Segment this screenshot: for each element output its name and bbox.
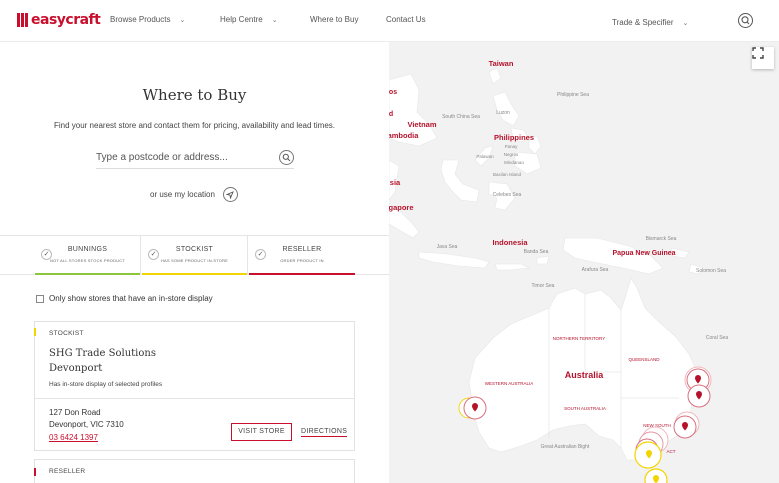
nav-label: Contact Us xyxy=(386,15,426,24)
legend-title: RESELLER xyxy=(282,246,322,253)
legend-bunnings[interactable]: ✓ BUNNINGS NOT ALL STORES STOCK PRODUCT xyxy=(35,236,141,275)
in-store-display-filter[interactable]: Only show stores that have an in-store d… xyxy=(36,294,213,303)
legend-reseller[interactable]: ✓ RESELLER ORDER PRODUCT IN xyxy=(249,236,355,275)
map-label: Panay xyxy=(505,144,519,149)
store-type: RESELLER xyxy=(49,468,86,475)
postcode-search xyxy=(96,147,294,169)
map-label: ambodia xyxy=(389,131,419,140)
map-label: Australia xyxy=(565,370,605,380)
page-title: Where to Buy xyxy=(142,86,247,104)
chevron-down-icon: ⌄ xyxy=(271,16,278,24)
nav-contact-us[interactable]: Contact Us xyxy=(386,15,426,24)
map-label: Negros xyxy=(504,152,519,157)
map-label: Papua New Guinea xyxy=(612,250,675,257)
map-label: Indonesia xyxy=(492,238,528,247)
map-canvas: Taiwan Philippine Sea os d Vietnam South… xyxy=(389,42,779,483)
fullscreen-icon[interactable] xyxy=(752,47,774,69)
divider xyxy=(35,398,354,399)
store-note: Has in-store display of selected profile… xyxy=(49,381,163,388)
chevron-down-icon: ⌄ xyxy=(179,16,186,24)
legend-subtitle: NOT ALL STORES STOCK PRODUCT xyxy=(49,258,126,263)
legend-color-bar xyxy=(35,273,140,275)
nav-label: Where to Buy xyxy=(310,15,359,24)
map-label: QUEENSLAND xyxy=(628,357,660,362)
map-label: Vietnam xyxy=(407,120,436,129)
nav-help-centre[interactable]: Help Centre ⌄ xyxy=(220,15,278,24)
map-label: Bismarck Sea xyxy=(646,236,677,242)
map-label: gapore xyxy=(389,203,414,212)
search-icon[interactable] xyxy=(738,13,753,28)
legend-color-bar xyxy=(142,273,247,275)
map-label: Celebes Sea xyxy=(493,192,522,198)
map-label: Palawan xyxy=(476,154,494,159)
chevron-down-icon: ⌄ xyxy=(682,19,689,27)
nav-label: Help Centre xyxy=(220,15,263,24)
nav-browse-products[interactable]: Browse Products ⌄ xyxy=(110,15,185,24)
map-label: SOUTH AUSTRALIA xyxy=(564,406,606,411)
map-label: Coral Sea xyxy=(706,335,728,341)
nav-trade-specifier[interactable]: Trade & Specifier ⌄ xyxy=(612,18,688,27)
nav-label: Trade & Specifier xyxy=(612,18,674,27)
logo-icon xyxy=(17,13,28,27)
store-locator-panel: Where to Buy Find your nearest store and… xyxy=(0,42,389,483)
map-label: Luzon xyxy=(496,110,510,116)
legend-title: STOCKIST xyxy=(175,246,214,253)
map-label: Philippine Sea xyxy=(557,92,589,98)
site-header: easycraft Browse Products ⌄ Help Centre ⌄ … xyxy=(0,0,779,42)
nav-where-to-buy[interactable]: Where to Buy xyxy=(310,15,358,24)
store-card[interactable]: RESELLER xyxy=(34,459,355,483)
filter-label: Only show stores that have an in-store d… xyxy=(49,294,213,303)
legend-stockist[interactable]: ✓ STOCKIST HAS SOME PRODUCT IN-STORE xyxy=(142,236,248,275)
location-arrow-icon[interactable] xyxy=(222,187,238,202)
search-icon[interactable] xyxy=(279,150,294,165)
map-label: Philippines xyxy=(494,133,534,142)
legend-subtitle: ORDER PRODUCT IN xyxy=(280,258,324,263)
use-my-location[interactable]: or use my location xyxy=(150,187,238,202)
map-label: Basilan Island xyxy=(493,172,522,177)
store-phone-link[interactable]: 03 6424 1397 xyxy=(49,433,98,442)
store-type: STOCKIST xyxy=(49,330,84,337)
map-label: Taiwan xyxy=(489,59,514,68)
map-label: Great Australian Bight xyxy=(541,444,590,450)
map-label: Solomon Sea xyxy=(696,268,726,274)
map-label: d xyxy=(389,111,393,118)
map-label: Arafura Sea xyxy=(582,267,609,273)
brand-name: easycraft xyxy=(31,12,101,28)
store-map[interactable]: Taiwan Philippine Sea os d Vietnam South… xyxy=(389,42,779,483)
legend-title: BUNNINGS xyxy=(67,246,108,253)
store-type-accent xyxy=(34,328,36,336)
map-label: Java Sea xyxy=(437,244,458,250)
legend-subtitle: HAS SOME PRODUCT IN-STORE xyxy=(160,258,229,263)
legend-color-bar xyxy=(249,273,355,275)
use-location-label: or use my location xyxy=(150,190,215,199)
map-label: NORTHERN TERRITORY xyxy=(553,336,605,341)
store-location: Devonport xyxy=(49,363,103,374)
directions-link[interactable]: DIRECTIONS xyxy=(301,428,348,437)
map-label: sia xyxy=(390,178,401,187)
store-address-line2: Devonport, VIC 7310 xyxy=(49,420,124,429)
map-label: Timor Sea xyxy=(532,283,555,289)
page-subtitle: Find your nearest store and contact them… xyxy=(53,121,336,130)
store-type-legend: ✓ BUNNINGS NOT ALL STORES STOCK PRODUCT … xyxy=(0,235,389,275)
brand-logo[interactable]: easycraft xyxy=(17,12,101,28)
map-label: ACT xyxy=(667,449,676,454)
map-label: os xyxy=(389,89,397,96)
map-label: South China Sea xyxy=(442,114,480,120)
map-label: Mindanao xyxy=(504,160,524,165)
map-label: Banda Sea xyxy=(524,249,549,255)
store-card[interactable]: STOCKIST SHG Trade Solutions Devonport H… xyxy=(34,321,355,451)
visit-store-button[interactable]: VISIT STORE xyxy=(231,423,292,441)
store-address-line1: 127 Don Road xyxy=(49,408,101,417)
filter-checkbox[interactable] xyxy=(36,294,44,303)
map-label: WESTERN AUSTRALIA xyxy=(485,381,534,386)
store-type-accent xyxy=(34,468,36,476)
postcode-search-input[interactable] xyxy=(96,147,266,168)
nav-label: Browse Products xyxy=(110,15,171,24)
store-name: SHG Trade Solutions xyxy=(49,348,156,359)
